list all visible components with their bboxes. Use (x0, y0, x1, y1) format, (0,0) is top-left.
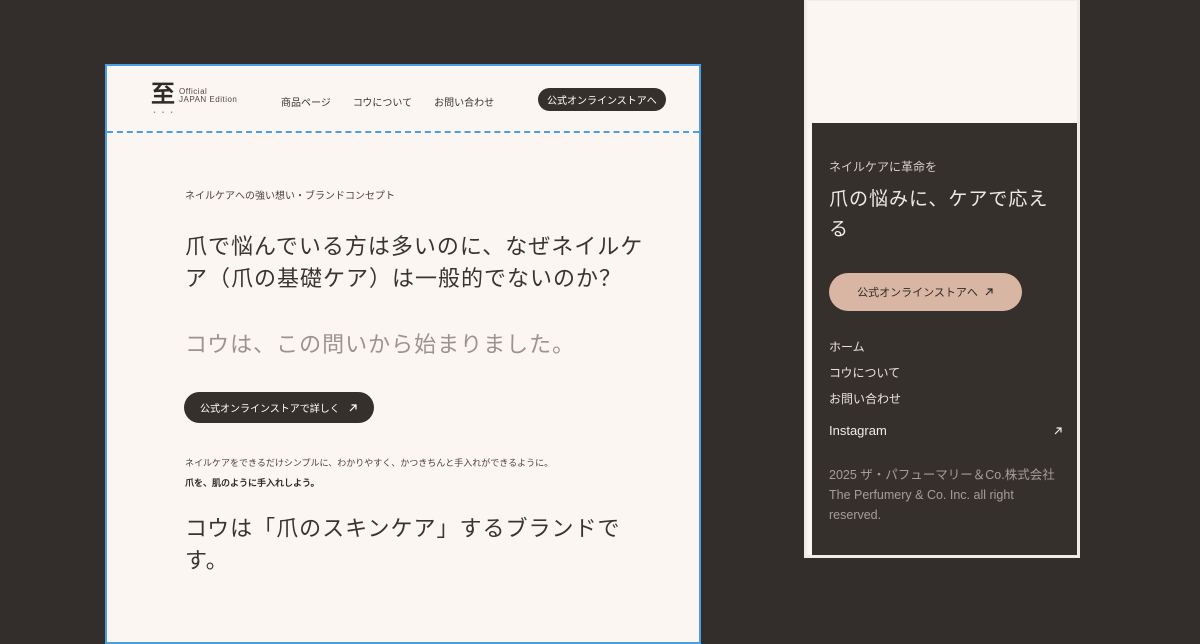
nav-item-contact[interactable]: お問い合わせ (434, 94, 494, 109)
footer-store-button[interactable]: 公式オンラインストアへ (829, 273, 1022, 311)
arrow-up-right-icon (985, 288, 993, 296)
desktop-page-preview: 至 • • • Official JAPAN Edition 商品ページ コウに… (105, 64, 701, 644)
concept-headline: 爪で悩んでいる方は多いのに、なぜネイルケア（爪の基礎ケア）は一般的でないのか？ (185, 235, 644, 292)
concept-body-text: ネイルケアをできるだけシンプルに、わかりやすく、かつきちんと手入れができるように… (185, 459, 554, 469)
mobile-footer: ネイルケアに革命を 爪の悩みに、ケアで応える 公式オンラインストアへ ホーム コ… (812, 123, 1077, 555)
store-details-label: 公式オンラインストアで詳しく (200, 404, 340, 415)
footer-link-contact[interactable]: お問い合わせ (829, 390, 901, 407)
footer-link-about[interactable]: コウについて (829, 364, 900, 381)
store-details-button[interactable]: 公式オンラインストアで詳しく (184, 392, 374, 423)
footer-link-home[interactable]: ホーム (829, 338, 865, 355)
footer-eyebrow: ネイルケアに革命を (829, 160, 938, 174)
footer-title: 爪の悩みに、ケアで応える (829, 188, 1049, 240)
copyright-text: 2025 ザ・パフューマリー＆Co.株式会社 The Perfumery & C… (829, 468, 1055, 522)
instagram-label: Instagram (829, 423, 887, 438)
section-eyebrow: ネイルケアへの強い想い・ブランドコンセプト (185, 191, 395, 202)
logo-dots: • • • (153, 110, 176, 116)
brand-statement: コウは「爪のスキンケア」するブランドです。 (185, 517, 621, 574)
concept-tagline: 爪を、肌のように手入れしよう。 (185, 479, 320, 489)
brand-logo[interactable]: 至 • • • Official JAPAN Edition (151, 79, 237, 117)
online-store-button[interactable]: 公式オンラインストアへ (538, 88, 666, 111)
footer-instagram-link[interactable]: Instagram (829, 423, 1063, 438)
logo-line2: JAPAN Edition (179, 95, 238, 104)
logo-text: Official JAPAN Edition (179, 88, 237, 106)
site-header: 至 • • • Official JAPAN Edition 商品ページ コウに… (107, 66, 699, 132)
logo-mark: 至 (151, 79, 175, 108)
external-link-icon (1054, 426, 1062, 434)
main-nav: 商品ページ コウについて お問い合わせ (281, 94, 494, 109)
arrow-up-right-icon (349, 403, 357, 411)
nav-item-products[interactable]: 商品ページ (281, 94, 331, 109)
header-selection-outline (107, 131, 699, 133)
concept-subhead: コウは、この問いから始まりました。 (185, 333, 576, 358)
footer-store-label: 公式オンラインストアへ (857, 286, 978, 299)
nav-item-about[interactable]: コウについて (353, 94, 412, 109)
mobile-page-preview: ネイルケアに革命を 爪の悩みに、ケアで応える 公式オンラインストアへ ホーム コ… (804, 0, 1080, 558)
